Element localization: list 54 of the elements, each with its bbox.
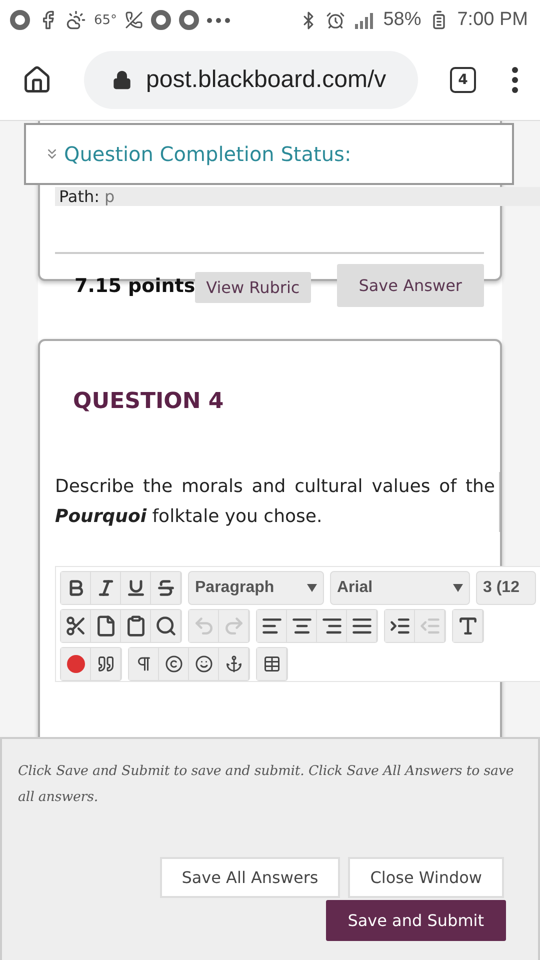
battery-percent: 58%	[383, 9, 422, 31]
editor-dropdown[interactable]: 3 (12	[476, 571, 536, 605]
editor-dropdown[interactable]: Paragraph	[188, 571, 324, 605]
editor-dropdown[interactable]: Arial	[330, 571, 470, 605]
save-all-answers-button[interactable]: Save All Answers	[160, 857, 340, 898]
video-button[interactable]	[61, 648, 91, 680]
menu-icon[interactable]	[512, 67, 518, 93]
align-left-button[interactable]	[257, 610, 287, 642]
url-text: post.blackboard.com/v	[146, 66, 386, 94]
text-icon	[456, 615, 478, 637]
question-title: QUESTION 4	[73, 389, 225, 414]
path-value: p	[104, 187, 115, 206]
lock-icon	[112, 70, 132, 90]
more-icon	[207, 18, 230, 22]
path-label: Path:	[59, 187, 100, 206]
clock: 7:00 PM	[457, 9, 528, 31]
question-text: Describe the morals and cultural values of the Pourquoi folktale you chose.	[55, 472, 500, 532]
bold-button[interactable]	[61, 572, 91, 604]
signal-icon	[353, 11, 376, 29]
address-bar[interactable]: post.blackboard.com/v	[84, 51, 418, 109]
submit-instructions: Click Save and Submit to save and submit. Click Save All Answers to save all answers.	[18, 763, 515, 807]
copy-icon	[94, 615, 116, 637]
video-icon	[66, 654, 86, 674]
points-label: 7.15 points	[74, 274, 196, 296]
anchor-icon	[224, 655, 242, 673]
completion-status-label: Question Completion Status:	[64, 142, 352, 166]
weather-icon	[66, 10, 86, 30]
close-window-button[interactable]: Close Window	[348, 857, 504, 898]
underline-icon	[126, 578, 146, 598]
app-icon	[10, 10, 30, 30]
temperature: 65°	[94, 12, 118, 28]
find-icon	[154, 615, 176, 637]
pilcrow-button[interactable]	[129, 648, 159, 680]
save-and-submit-button[interactable]: Save and Submit	[326, 900, 506, 941]
cut-button[interactable]	[61, 610, 91, 642]
view-rubric-button[interactable]: View Rubric	[195, 272, 311, 303]
redo-icon	[222, 615, 244, 637]
smiley-icon	[194, 655, 212, 673]
missed-call-icon	[125, 11, 144, 29]
paste-icon	[124, 615, 146, 637]
strike-icon	[156, 578, 176, 598]
save-answer-button[interactable]: Save Answer	[336, 264, 484, 307]
app-icon	[151, 10, 172, 30]
home-icon[interactable]	[22, 65, 52, 95]
table-icon	[262, 655, 280, 673]
alarm-icon	[326, 10, 346, 30]
tab-count-button[interactable]: 4	[450, 67, 476, 93]
copyright-icon	[164, 655, 182, 673]
app-icon	[179, 10, 200, 30]
indent-button[interactable]	[385, 610, 415, 642]
cut-icon	[64, 615, 86, 637]
undo-icon	[192, 615, 214, 637]
quote-icon	[96, 655, 114, 673]
completion-status-header[interactable]: Question Completion Status:	[24, 123, 514, 185]
